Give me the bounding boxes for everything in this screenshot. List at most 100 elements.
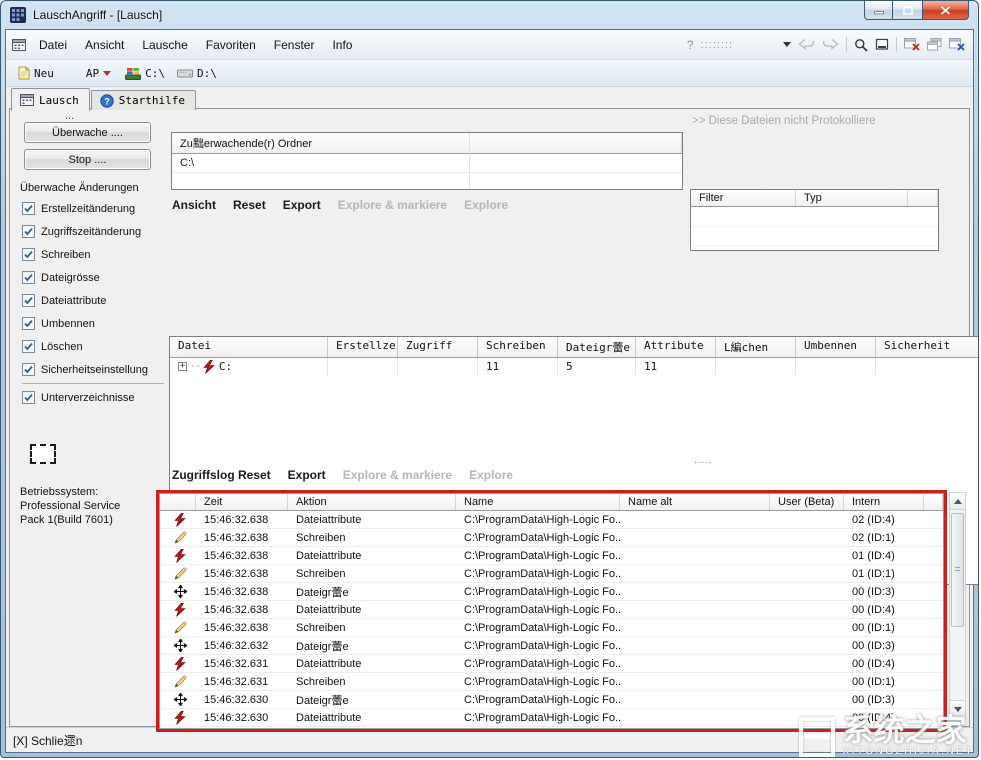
back-icon[interactable] (798, 38, 815, 51)
menu-item-ansicht[interactable]: Ansicht (76, 35, 133, 55)
menu-item-lausche[interactable]: Lausche (133, 35, 196, 55)
ap-dropdown[interactable]: AP (86, 67, 111, 80)
checkbox-umbennen[interactable]: Umbennen (22, 312, 164, 335)
maximize-button[interactable] (893, 1, 922, 20)
log-row[interactable]: 15:46:32.631SchreibenC:\ProgramData\High… (160, 673, 943, 691)
menu-item-favoriten[interactable]: Favoriten (197, 35, 265, 55)
checkbox-zugriffszeit-nderung[interactable]: Zugriffszeitänderung (22, 220, 164, 243)
forward-icon[interactable] (822, 38, 839, 51)
close-button[interactable] (922, 1, 969, 20)
column-header-typ[interactable]: Typ (796, 190, 908, 206)
menu-item-datei[interactable]: Datei (30, 35, 76, 55)
new-label: Neu (34, 67, 54, 80)
log-cell: 15:46:32.638 (196, 585, 288, 599)
log-row[interactable]: 15:46:32.631DateiattributeC:\ProgramData… (160, 655, 943, 673)
column-header-datei[interactable]: Datei (170, 337, 328, 357)
tool-bar: Neu AP C:\ D:\ (6, 60, 973, 87)
files-row[interactable]: +··C:11511 (170, 358, 979, 375)
view-toolbar-export[interactable]: Export (283, 198, 321, 212)
log-cell (770, 645, 844, 647)
drive-d-button[interactable]: D:\ (177, 67, 217, 80)
log-toolbar-export[interactable]: Export (288, 468, 326, 482)
checkbox-dateiattribute[interactable]: Dateiattribute (22, 289, 164, 312)
column-header-dateigr-e[interactable]: Dateigr蕾e (558, 337, 636, 357)
log-cell (620, 573, 770, 575)
view-toolbar-ansicht[interactable]: Ansicht (172, 198, 216, 212)
close-all-icon[interactable] (949, 38, 965, 51)
log-row[interactable]: 15:46:32.638DateiattributeC:\ProgramData… (160, 601, 943, 619)
column-header-user-beta[interactable]: User (Beta) (770, 494, 844, 510)
log-row[interactable]: 15:46:32.638DateiattributeC:\ProgramData… (160, 547, 943, 565)
log-cell: 00 (ID:3) (844, 639, 924, 653)
column-header-aktion[interactable]: Aktion (288, 494, 456, 510)
checkbox-l-schen[interactable]: Löschen (22, 335, 164, 358)
new-button[interactable]: Neu (18, 66, 54, 80)
scroll-down-button[interactable] (950, 700, 965, 717)
column-header-intern[interactable]: Intern (844, 494, 924, 510)
app-window: LauschAngriff - [Lausch] DateiAnsichtLau… (0, 0, 979, 758)
column-header-zeit[interactable]: Zeit (196, 494, 288, 510)
view-toolbar-reset[interactable]: Reset (233, 198, 266, 212)
folder-row[interactable]: C:\ (172, 154, 682, 173)
screen-icon[interactable] (875, 38, 889, 51)
log-row[interactable]: 15:46:32.632Dateigr蕾eC:\ProgramData\High… (160, 637, 943, 655)
column-header-sicherheit[interactable]: Sicherheit (876, 337, 979, 357)
menu-item-fenster[interactable]: Fenster (265, 35, 324, 55)
column-header-l-chen[interactable]: L編chen (716, 337, 796, 357)
log-row[interactable]: 15:46:32.638SchreibenC:\ProgramData\High… (160, 619, 943, 637)
files-cell-sicherheit (876, 358, 979, 375)
column-header-folder[interactable]: Zu黜erwachende(r) Ordner (172, 133, 682, 153)
expand-icon[interactable]: + (178, 362, 187, 371)
separator (846, 37, 847, 52)
checkbox-erstellzeit-nderung[interactable]: Erstellzeitänderung (22, 197, 164, 220)
close-window-icon[interactable] (904, 38, 920, 51)
files-cell-datei: +··C: (170, 358, 328, 375)
log-toolbar-dots[interactable]: ..... (694, 455, 713, 466)
scrollbar-thumb[interactable] (951, 513, 964, 627)
help-circle-icon: ? (100, 94, 114, 108)
drive-c-button[interactable]: C:\ (125, 67, 165, 80)
column-header-zugriff[interactable]: Zugriff (398, 337, 478, 357)
chevron-down-icon[interactable] (783, 42, 791, 47)
log-row[interactable]: 15:46:32.630DateiattributeC:\ProgramData… (160, 709, 943, 727)
stop-button[interactable]: Stop .... (24, 149, 151, 170)
monitor-button[interactable]: Überwache .... (24, 122, 151, 143)
checkbox-dateigr-sse[interactable]: Dateigrösse (22, 266, 164, 289)
column-header-name[interactable]: Name (456, 494, 620, 510)
menu-item-info[interactable]: Info (323, 35, 361, 55)
tab-lausch[interactable]: Lausch (11, 88, 90, 111)
column-header-name-alt[interactable]: Name alt (620, 494, 770, 510)
checkbox-unterverzeichnisse[interactable]: Unterverzeichnisse (22, 386, 164, 409)
window-controls (864, 1, 969, 20)
tab-label: Lausch (39, 94, 79, 107)
help-label[interactable]: ? (687, 38, 694, 52)
log-scrollbar[interactable] (949, 492, 966, 718)
log-row[interactable]: 15:46:32.630Dateigr蕾eC:\ProgramData\High… (160, 691, 943, 709)
minimize-button[interactable] (864, 1, 893, 20)
column-header-schreiben[interactable]: Schreiben (478, 337, 558, 357)
checkbox-sicherheitseinstellung[interactable]: Sicherheitseinstellung (22, 358, 164, 381)
column-header-umbennen[interactable]: Umbennen (796, 337, 876, 357)
column-header-attribute[interactable]: Attribute (636, 337, 716, 357)
log-cell: 01 (ID:1) (844, 567, 924, 581)
system-menu-icon[interactable] (12, 39, 26, 51)
log-cell: C:\ProgramData\High-Logic Fo... (456, 657, 620, 671)
checkbox-label: Dateiattribute (41, 295, 106, 307)
tab-starthilfe[interactable]: ? Starthilfe (91, 90, 196, 110)
log-cell: 15:46:32.638 (196, 513, 288, 527)
folders-rows: C:\ (172, 154, 682, 173)
checkbox-checked-icon (22, 248, 35, 261)
column-header-erstellzeit[interactable]: Erstellzeit (328, 337, 398, 357)
log-row[interactable]: 15:46:32.638SchreibenC:\ProgramData\High… (160, 529, 943, 547)
checkbox-schreiben[interactable]: Schreiben (22, 243, 164, 266)
log-toolbar-zugriffslog-reset[interactable]: Zugriffslog Reset (172, 468, 271, 482)
cascade-windows-icon[interactable] (927, 38, 942, 51)
search-icon[interactable] (854, 38, 868, 52)
checkbox-label: Unterverzeichnisse (41, 392, 135, 404)
log-row[interactable]: 15:46:32.638Dateigr蕾eC:\ProgramData\High… (160, 583, 943, 601)
log-row[interactable]: 15:46:32.638SchreibenC:\ProgramData\High… (160, 565, 943, 583)
view-toolbar-dots[interactable]: ..... (694, 199, 713, 210)
exclude-table: FilterTyp (690, 189, 939, 251)
log-row[interactable]: 15:46:32.638DateiattributeC:\ProgramData… (160, 511, 943, 529)
scroll-up-button[interactable] (950, 493, 965, 510)
